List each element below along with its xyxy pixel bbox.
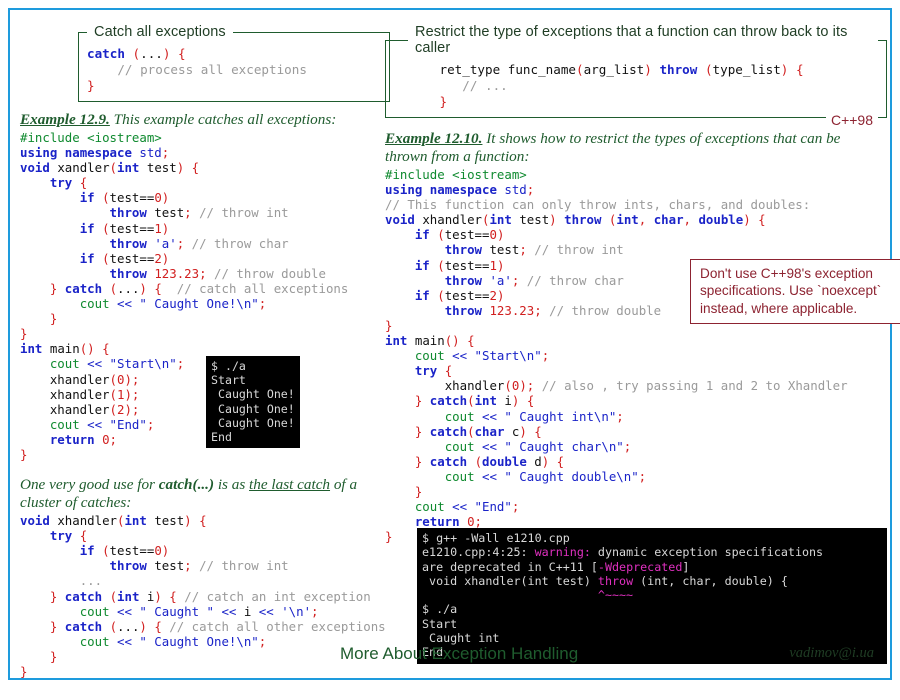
left-prose-part-a: One very good use for (20, 476, 159, 494)
left-example-label: Example 12.9. (20, 111, 110, 128)
catch-all-syntax-box-legend: Catch all exceptions (94, 24, 226, 40)
left-terminal-output: $ ./a Start Caught One! Caught One! Caug… (206, 356, 300, 449)
catch-all-syntax-code: catch (...) { // process all exceptions … (87, 46, 307, 93)
right-code-block-1: #include <iostream> using namespace std;… (385, 167, 848, 545)
right-example-text-line2: thrown from a function: (385, 148, 530, 165)
left-example-text: This example catches all exceptions: (109, 111, 337, 128)
left-prose-line2: cluster of catches: (20, 494, 132, 512)
slide-frame: Catch all exceptions catch (...) { // pr… (8, 8, 900, 680)
right-column: Restrict the type of exceptions that a f… (385, 14, 900, 664)
left-prose-part-c: is as (214, 476, 250, 494)
restrict-throw-syntax-box-legend: Restrict the type of exceptions that a f… (415, 24, 848, 56)
note-line-3: instead, where applicable. (700, 300, 858, 316)
noexcept-warning-note: Don't use C++98's exception specification… (690, 259, 900, 325)
right-example-text: It shows how to restrict the types of ex… (482, 130, 841, 147)
catch-all-syntax-box: Catch all exceptions catch (...) { // pr… (78, 24, 390, 102)
restrict-throw-syntax-box: Restrict the type of exceptions that a f… (385, 24, 887, 128)
left-prose-part-e: of a (330, 476, 358, 494)
left-prose-catch-kw: catch(...) (158, 476, 215, 494)
left-prose-catch-note: One very good use for catch(...) is as t… (20, 476, 400, 512)
right-example-label: Example 12.10. (385, 130, 483, 147)
left-example-heading: Example 12.9. This example catches all e… (20, 111, 400, 129)
note-line-1: Don't use C++98's exception (700, 266, 873, 281)
restrict-throw-syntax-code: ret_type func_name(arg_list) throw (type… (439, 62, 804, 109)
slide-footer-email: vadimov@i.ua (789, 645, 874, 661)
left-column: Catch all exceptions catch (...) { // pr… (20, 14, 400, 679)
note-line-2: specifications. Use `noexcept` (700, 283, 882, 299)
right-example-heading: Example 12.10. It shows how to restrict … (385, 130, 895, 166)
left-prose-last-catch: the last catch (249, 476, 331, 494)
cpp98-tag: C++98 (825, 112, 878, 128)
slide-footer-title: More About Exception Handling (340, 644, 579, 663)
